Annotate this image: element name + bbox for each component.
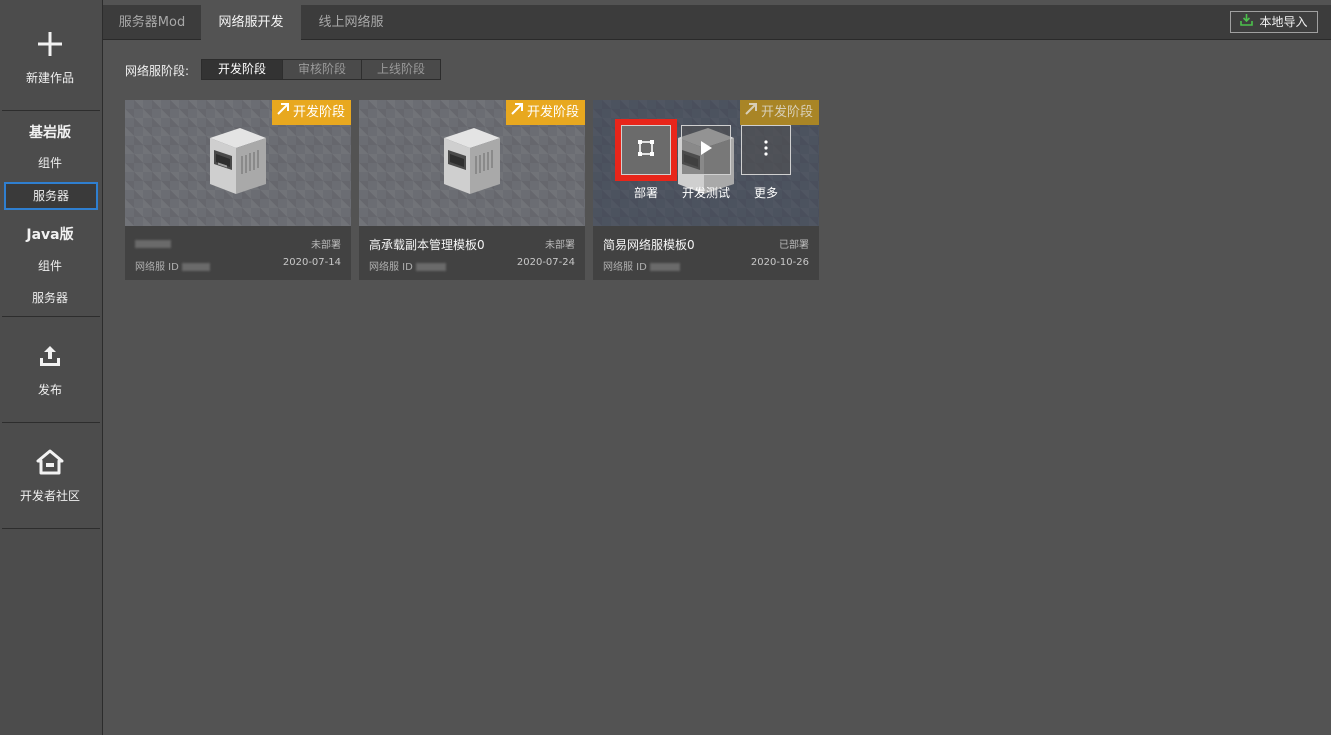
bedrock-heading: 基岩版 [29,125,71,141]
play-icon [699,140,713,160]
card-title [135,236,171,250]
card-thumbnail: 开发阶段 [125,100,351,226]
stage-tag-label: 开发阶段 [760,105,813,120]
deploy-label: 部署 [633,186,658,200]
stage-tag-label: 开发阶段 [292,105,345,120]
more-button[interactable] [741,125,791,175]
dev-community-button[interactable]: 开发者社区 [0,487,100,504]
redacted-text [650,263,681,271]
stage-filter-label: 网络服阶段: [125,64,190,78]
sidebar-item-java-servers[interactable]: 服务器 [0,284,100,312]
redacted-text [416,263,447,271]
arrow-up-right-icon [510,100,524,125]
publish-button[interactable]: 发布 [0,381,100,398]
arrow-up-right-icon [744,100,758,125]
card-title: 简易网络服模板0 [603,238,695,252]
stage-tag: 开发阶段 [739,100,819,125]
new-work-button[interactable]: 新建作品 [0,69,100,86]
divider [2,422,100,423]
stage-option-dev[interactable]: 开发阶段 [202,60,283,79]
card-id: 网络服 ID [603,258,681,273]
more-vertical-icon [764,140,768,160]
sidebar-item-bedrock-components[interactable]: 组件 [0,149,100,177]
server-icon [204,124,270,200]
server-card[interactable]: 开发阶段 未部署 网络服 ID 2020-07-14 [125,100,351,280]
card-date: 2020-07-14 [282,257,341,268]
local-import-button[interactable]: 本地导入 [1230,11,1318,33]
divider [2,528,100,529]
dev-test-button[interactable] [681,125,731,175]
java-heading: Java版 [26,227,74,243]
tab-server-mod[interactable]: 服务器Mod [103,5,201,40]
plus-icon[interactable] [0,30,100,58]
stage-tag: 开发阶段 [271,100,351,125]
stage-option-online[interactable]: 上线阶段 [362,60,440,79]
server-card[interactable]: 开发阶段 高承载副本管理模板0 未部署 网络服 ID 2020-07-24 [359,100,585,280]
stage-filter: 开发阶段 审核阶段 上线阶段 [201,59,441,80]
deploy-status: 已部署 [779,240,809,251]
arrow-up-right-icon [276,100,290,125]
sidebar-item-java-components[interactable]: 组件 [0,252,100,280]
divider [2,316,100,317]
upload-icon[interactable] [0,343,100,369]
card-thumbnail: 开发阶段 [359,100,585,226]
more-label: 更多 [753,186,778,200]
redacted-text [182,263,211,271]
home-icon[interactable] [0,449,100,475]
dev-test-label: 开发测试 [681,186,730,200]
server-card[interactable]: 开发阶段 部署 开发测试 更多 简易网络服模板0 已部署 网络服 ID 2020… [593,100,819,280]
card-date: 2020-10-26 [750,257,809,268]
server-icon [438,124,504,200]
stage-tag: 开发阶段 [505,100,585,125]
tab-online-network-server[interactable]: 线上网络服 [301,5,401,40]
divider [2,110,100,111]
deploy-status: 未部署 [545,240,575,251]
stage-tag-label: 开发阶段 [526,105,579,120]
sidebar-item-bedrock-servers[interactable]: 服务器 [4,182,98,210]
deploy-status: 未部署 [311,240,341,251]
deploy-button[interactable] [615,119,677,181]
card-date: 2020-07-24 [516,257,575,268]
deploy-icon [636,138,656,162]
redacted-text [135,239,171,248]
card-id: 网络服 ID [135,258,211,273]
card-title: 高承载副本管理模板0 [369,238,485,252]
import-icon [1240,12,1254,32]
stage-option-review[interactable]: 审核阶段 [283,60,362,79]
sidebar: 新建作品 基岩版 组件 服务器 Java版 组件 服务器 发布 开发者社区 [0,0,103,735]
local-import-label: 本地导入 [1259,15,1308,29]
tab-bar: 服务器Mod 网络服开发 线上网络服 本地导入 [103,5,1331,40]
tab-network-server-dev[interactable]: 网络服开发 [201,5,301,40]
card-id: 网络服 ID [369,258,447,273]
